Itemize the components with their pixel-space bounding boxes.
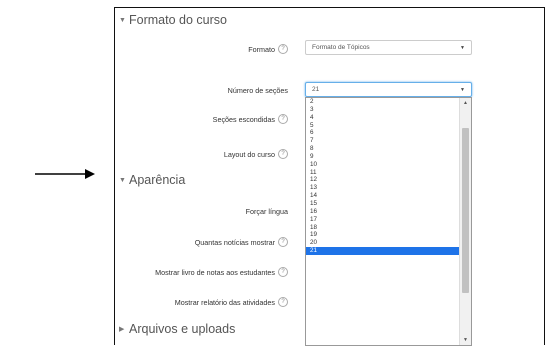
- numero-secoes-dropdown[interactable]: 2 3 4 5 6 7 8 9 10 11 12 13 14 15 16 17 18 19 20 21 ▲ ▼: [305, 97, 472, 346]
- section-aparencia[interactable]: ▼ Aparência: [119, 173, 185, 187]
- section-formato-do-curso[interactable]: ▼ Formato do curso: [119, 13, 227, 27]
- chevron-down-icon: ▼: [460, 86, 465, 93]
- formato-select-value: Formato de Tópicos: [312, 44, 370, 51]
- dropdown-option[interactable]: 8: [306, 145, 461, 153]
- section-arquivos[interactable]: ▶ Arquivos e uploads: [119, 322, 235, 336]
- dropdown-option[interactable]: 17: [306, 216, 461, 224]
- noticias-label: Quantas notícias mostrar ?: [195, 237, 288, 247]
- collapse-caret-icon[interactable]: ▼: [119, 17, 126, 24]
- section-title: Arquivos e uploads: [129, 322, 236, 336]
- scroll-up-icon[interactable]: ▲: [460, 98, 471, 108]
- section-title: Formato do curso: [129, 13, 227, 27]
- dropdown-option[interactable]: 9: [306, 153, 461, 161]
- expand-caret-icon[interactable]: ▶: [119, 325, 125, 333]
- help-icon[interactable]: ?: [278, 297, 288, 307]
- dropdown-option[interactable]: 19: [306, 231, 461, 239]
- help-icon[interactable]: ?: [278, 237, 288, 247]
- numero-secoes-select-value: 21: [312, 86, 320, 93]
- scrollbar[interactable]: ▲ ▼: [459, 98, 471, 345]
- course-settings-form: ▼ Formato do curso Formato ? Formato de …: [114, 7, 545, 346]
- notas-label-text: Mostrar livro de notas aos estudantes: [155, 267, 275, 277]
- arrow-right-icon: [35, 169, 95, 179]
- layout-label: Layout do curso ?: [224, 149, 288, 159]
- help-icon[interactable]: ?: [278, 44, 288, 54]
- help-icon[interactable]: ?: [278, 267, 288, 277]
- help-icon[interactable]: ?: [278, 114, 288, 124]
- dropdown-options: 2 3 4 5 6 7 8 9 10 11 12 13 14 15 16 17 18 19 20 21: [306, 98, 461, 255]
- dropdown-option[interactable]: 14: [306, 192, 461, 200]
- dropdown-option[interactable]: 10: [306, 161, 461, 169]
- numero-secoes-select[interactable]: 21 ▼: [305, 82, 472, 97]
- dropdown-option[interactable]: 4: [306, 114, 461, 122]
- dropdown-option[interactable]: 3: [306, 106, 461, 114]
- noticias-label-text: Quantas notícias mostrar: [194, 237, 275, 247]
- dropdown-option[interactable]: 15: [306, 200, 461, 208]
- dropdown-option[interactable]: 2: [306, 98, 461, 106]
- dropdown-option[interactable]: 21: [306, 247, 461, 255]
- numero-secoes-label-text: Número de seções: [227, 86, 288, 95]
- notas-label: Mostrar livro de notas aos estudantes ?: [155, 267, 288, 277]
- dropdown-option[interactable]: 12: [306, 176, 461, 184]
- formato-select[interactable]: Formato de Tópicos ▼: [305, 40, 472, 55]
- dropdown-option[interactable]: 16: [306, 208, 461, 216]
- forcar-lingua-label-text: Forçar língua: [245, 207, 288, 216]
- relatorio-label-text: Mostrar relatório das atividades: [174, 297, 275, 307]
- secoes-escondidas-label-text: Seções escondidas: [212, 114, 275, 124]
- dropdown-option[interactable]: 18: [306, 224, 461, 232]
- section-title: Aparência: [129, 173, 186, 187]
- collapse-caret-icon[interactable]: ▼: [119, 177, 126, 184]
- relatorio-label: Mostrar relatório das atividades ?: [175, 297, 288, 307]
- numero-secoes-label: Número de seções: [228, 86, 288, 95]
- forcar-lingua-label: Forçar língua: [246, 207, 288, 216]
- chevron-down-icon: ▼: [460, 44, 465, 51]
- dropdown-option[interactable]: 20: [306, 239, 461, 247]
- formato-label: Formato ?: [248, 44, 288, 54]
- scrollbar-thumb[interactable]: [462, 128, 469, 293]
- dropdown-option[interactable]: 7: [306, 137, 461, 145]
- dropdown-option[interactable]: 13: [306, 184, 461, 192]
- dropdown-option[interactable]: 5: [306, 122, 461, 130]
- secoes-escondidas-label: Seções escondidas ?: [213, 114, 288, 124]
- formato-label-text: Formato: [248, 44, 275, 54]
- dropdown-option[interactable]: 11: [306, 169, 461, 177]
- dropdown-option[interactable]: 6: [306, 129, 461, 137]
- layout-label-text: Layout do curso: [223, 149, 275, 159]
- help-icon[interactable]: ?: [278, 149, 288, 159]
- scroll-down-icon[interactable]: ▼: [460, 335, 471, 345]
